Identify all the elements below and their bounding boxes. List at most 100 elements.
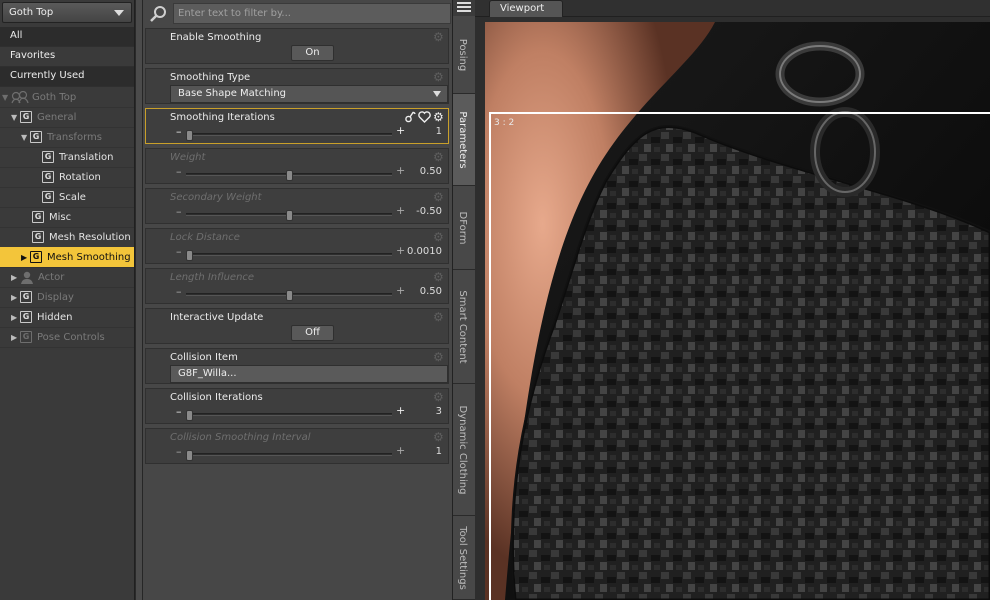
collision-smoothing-interval-slider[interactable]: – + 1 — [170, 444, 448, 462]
slider-knob[interactable] — [286, 170, 293, 181]
filter-item-favorites[interactable]: Favorites — [0, 47, 134, 67]
tab-posing[interactable]: Posing — [453, 16, 475, 94]
gear-icon[interactable]: ⚙ — [433, 271, 445, 283]
param-collision-smoothing-interval: Collision Smoothing Interval ⚙ – + 1 — [145, 428, 449, 464]
tree-item-misc[interactable]: G Misc — [32, 207, 71, 227]
weight-slider[interactable]: – + 0.50 — [170, 164, 448, 182]
collapse-icon[interactable]: ▼ — [2, 93, 11, 102]
slider-knob[interactable] — [186, 250, 193, 261]
slider-value[interactable]: 0.0010 — [407, 246, 442, 257]
tree-item-transforms[interactable]: ▼ G Transforms — [21, 127, 102, 147]
tab-tool-settings[interactable]: Tool Settings — [453, 516, 475, 600]
gear-icon[interactable]: ⚙ — [433, 151, 445, 163]
gear-icon[interactable]: ⚙ — [433, 311, 445, 323]
slider-track[interactable] — [186, 250, 392, 261]
slider-knob[interactable] — [286, 210, 293, 221]
tab-parameters[interactable]: Parameters — [453, 94, 475, 186]
increment-button[interactable]: + — [396, 204, 405, 217]
viewport-canvas[interactable]: 3 : 2 — [485, 22, 990, 600]
pane-splitter[interactable] — [135, 0, 143, 600]
slider-value[interactable]: 1 — [436, 446, 442, 457]
slider-value[interactable]: -0.50 — [416, 206, 442, 217]
increment-button[interactable]: + — [396, 284, 405, 297]
slider-track[interactable] — [186, 290, 392, 301]
expand-icon[interactable]: ▶ — [11, 313, 20, 322]
tree-item-label: Pose Controls — [37, 331, 105, 343]
slider-track[interactable] — [186, 130, 392, 141]
slider-knob[interactable] — [186, 410, 193, 421]
tab-viewport[interactable]: Viewport — [489, 0, 563, 17]
slider-value[interactable]: 3 — [436, 406, 442, 417]
gear-icon[interactable]: ⚙ — [433, 431, 445, 443]
filter-item-currently-used[interactable]: Currently Used — [0, 67, 134, 87]
lock-distance-slider[interactable]: – + 0.0010 — [170, 244, 448, 262]
gear-icon[interactable]: ⚙ — [433, 191, 445, 203]
decrement-button[interactable]: – — [176, 125, 182, 138]
tree-item-rotation[interactable]: G Rotation — [42, 167, 101, 187]
collision-iterations-slider[interactable]: – + 3 — [170, 404, 448, 422]
slider-value[interactable]: 0.50 — [420, 286, 442, 297]
increment-button[interactable]: + — [396, 444, 405, 457]
tree-item-scale[interactable]: G Scale — [42, 187, 86, 207]
expand-icon[interactable]: ▶ — [11, 273, 20, 282]
slider-knob[interactable] — [286, 290, 293, 301]
tree-item-mesh-smoothing[interactable]: ▶ G Mesh Smoothing — [21, 247, 131, 267]
heart-icon[interactable] — [418, 111, 431, 123]
decrement-button[interactable]: – — [176, 205, 182, 218]
gear-icon[interactable]: ⚙ — [433, 391, 445, 403]
gear-icon[interactable]: ⚙ — [433, 31, 445, 43]
secondary-weight-slider[interactable]: – + -0.50 — [170, 204, 448, 222]
tree-item-translation[interactable]: G Translation — [42, 147, 114, 167]
tree-item-actor[interactable]: ▶ Actor — [11, 267, 64, 287]
increment-button[interactable]: + — [396, 404, 405, 417]
expand-icon[interactable]: ▶ — [11, 333, 20, 342]
slider-track[interactable] — [186, 450, 392, 461]
tab-smart-content[interactable]: Smart Content — [453, 270, 475, 384]
decrement-button[interactable]: – — [176, 445, 182, 458]
slider-knob[interactable] — [186, 450, 193, 461]
interactive-update-toggle[interactable]: Off — [291, 325, 334, 341]
slider-knob[interactable] — [186, 130, 193, 141]
slider-track[interactable] — [186, 210, 392, 221]
enable-smoothing-toggle[interactable]: On — [291, 45, 334, 61]
decrement-button[interactable]: – — [176, 405, 182, 418]
tab-dynamic-clothing[interactable]: Dynamic Clothing — [453, 384, 475, 516]
lock-icon[interactable] — [405, 111, 416, 123]
pane-menu-button[interactable] — [453, 0, 475, 16]
collapse-icon[interactable]: ▼ — [21, 133, 30, 142]
tree-item-mesh-resolution[interactable]: G Mesh Resolution — [32, 227, 131, 247]
slider-track[interactable] — [186, 170, 392, 181]
node-selector-dropdown[interactable]: Goth Top — [2, 2, 132, 23]
tree-item-hidden[interactable]: ▶ G Hidden — [11, 307, 72, 327]
gear-icon[interactable]: ⚙ — [433, 231, 445, 243]
smoothing-iterations-slider[interactable]: – + 1 — [170, 124, 448, 142]
slider-track[interactable] — [186, 410, 392, 421]
slider-value[interactable]: 1 — [436, 126, 442, 137]
collision-item-field[interactable]: G8F_Willa... — [170, 365, 448, 383]
tree-item-pose-controls[interactable]: ▶ G Pose Controls — [11, 327, 105, 347]
search-input[interactable]: Enter text to filter by... — [173, 3, 451, 24]
collapse-icon[interactable]: ▼ — [11, 113, 20, 122]
length-influence-slider[interactable]: – + 0.50 — [170, 284, 448, 302]
increment-button[interactable]: + — [396, 164, 405, 177]
param-smoothing-iterations: Smoothing Iterations ⚙ – + 1 — [145, 108, 449, 144]
filter-item-all[interactable]: All — [0, 27, 134, 47]
gear-icon[interactable]: ⚙ — [433, 111, 445, 123]
smoothing-type-dropdown[interactable]: Base Shape Matching — [170, 85, 448, 103]
expand-icon[interactable]: ▶ — [11, 293, 20, 302]
increment-button[interactable]: + — [396, 124, 405, 137]
decrement-button[interactable]: – — [176, 165, 182, 178]
decrement-button[interactable]: – — [176, 285, 182, 298]
expand-icon[interactable]: ▶ — [21, 253, 30, 262]
search-icon[interactable] — [149, 4, 169, 24]
increment-button[interactable]: + — [396, 244, 405, 257]
decrement-button[interactable]: – — [176, 245, 182, 258]
tree-item-display[interactable]: ▶ G Display — [11, 287, 74, 307]
tree-item-goth-top[interactable]: ▼ Goth Top — [2, 87, 76, 107]
slider-value[interactable]: 0.50 — [420, 166, 442, 177]
tree-item-general[interactable]: ▼ G General — [11, 107, 76, 127]
tab-dform[interactable]: DForm — [453, 186, 475, 270]
gear-icon[interactable]: ⚙ — [433, 71, 445, 83]
gear-icon[interactable]: ⚙ — [433, 351, 445, 363]
viewport-header: Viewport — [475, 0, 990, 17]
